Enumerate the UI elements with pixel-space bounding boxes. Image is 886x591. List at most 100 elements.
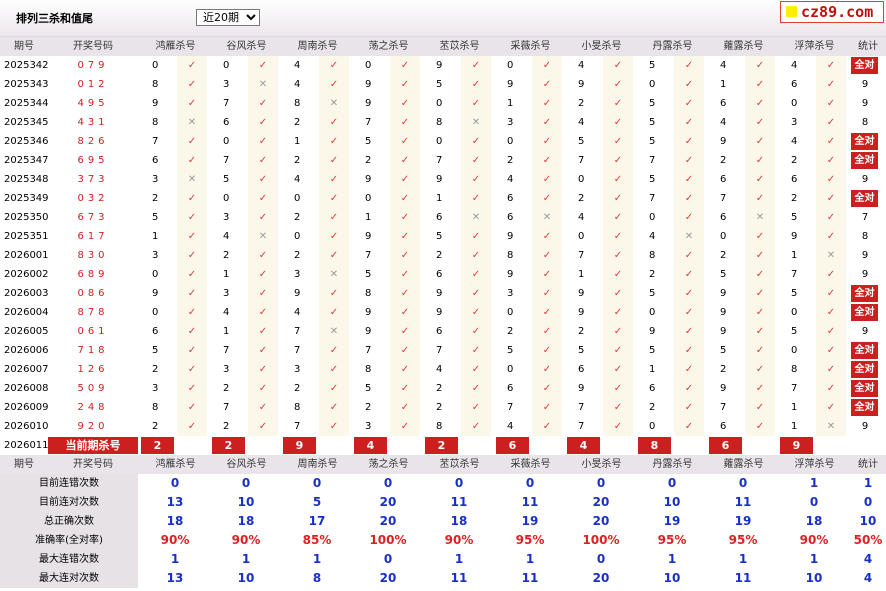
kill-number: 2 <box>791 155 798 166</box>
correct-count: 9 <box>861 98 869 109</box>
check-icon: ✓ <box>532 417 562 436</box>
period-number: 2026002 <box>4 269 49 280</box>
check-icon: ✓ <box>674 322 704 341</box>
current-kill-number: 4 <box>567 437 600 454</box>
table-row: 2026004 878 0 ✓ 4 ✓ 4 ✓ 9 ✓ 9 ✓ 0 ✓ 9 ✓ 0 ✓ 9 ✓ 0 ✓ 全对 <box>0 303 886 322</box>
check-icon: ✓ <box>816 322 846 341</box>
check-icon: ✓ <box>674 341 704 360</box>
draw-number: 617 <box>77 231 109 242</box>
check-icon: ✓ <box>390 246 420 265</box>
site-logo[interactable]: cz89.com <box>780 1 884 23</box>
kill-number: 2 <box>578 326 585 337</box>
kill-number: 2 <box>223 250 230 261</box>
check-icon: ✓ <box>532 151 562 170</box>
all-correct-badge: 全对 <box>851 361 878 378</box>
check-icon: ✓ <box>319 75 349 94</box>
kill-number: 1 <box>791 421 798 432</box>
check-icon: ✓ <box>532 265 562 284</box>
kill-number: 4 <box>649 231 656 242</box>
check-icon: ✓ <box>390 151 420 170</box>
summary-row: 总正确次数 18 18 17 20 18 19 20 19 19 18 10 <box>0 512 886 532</box>
check-icon: ✓ <box>390 379 420 398</box>
summary-label: 目前连对次数 <box>0 493 138 513</box>
kill-number: 9 <box>578 288 585 299</box>
kill-number: 8 <box>294 98 301 109</box>
correct-count: 8 <box>861 231 869 242</box>
check-icon: ✓ <box>177 322 207 341</box>
column-header: 蕹露杀号 <box>723 459 764 470</box>
kill-number: 2 <box>507 326 514 337</box>
kill-number: 4 <box>791 60 798 71</box>
check-icon: ✓ <box>674 417 704 436</box>
check-icon: ✓ <box>816 151 846 170</box>
kill-number: 5 <box>507 345 514 356</box>
kill-number: 7 <box>365 250 372 261</box>
kill-number: 1 <box>578 269 585 280</box>
period-number: 2026001 <box>4 250 49 261</box>
kill-number: 2 <box>436 402 443 413</box>
draw-number: 830 <box>77 250 109 261</box>
check-icon: ✓ <box>319 227 349 246</box>
check-icon: ✓ <box>816 189 846 208</box>
kill-number: 1 <box>223 269 230 280</box>
summary-value: 0 <box>454 476 464 490</box>
kill-number: 9 <box>578 79 585 90</box>
table-row: 2025346 826 7 ✓ 0 ✓ 1 ✓ 5 ✓ 0 ✓ 0 ✓ 5 ✓ 5 ✓ 9 ✓ 4 ✓ 全对 <box>0 132 886 151</box>
column-header: 期号 <box>14 459 34 470</box>
kill-number: 7 <box>365 117 372 128</box>
current-kill-number: 6 <box>709 437 742 454</box>
check-icon: ✓ <box>816 303 846 322</box>
check-icon: ✓ <box>319 170 349 189</box>
kill-number: 6 <box>152 326 159 337</box>
check-icon: ✓ <box>248 170 278 189</box>
kill-number: 9 <box>507 269 514 280</box>
period-range-select[interactable]: 近20期 <box>196 9 260 26</box>
kill-number: 9 <box>436 307 443 318</box>
draw-number: 032 <box>77 193 109 204</box>
kill-number: 9 <box>436 288 443 299</box>
column-header: 苤苡杀号 <box>439 41 480 52</box>
summary-value: 10 <box>237 571 255 585</box>
period-number: 2026006 <box>4 345 49 356</box>
kill-number: 7 <box>294 345 301 356</box>
column-header: 周南杀号 <box>297 41 338 52</box>
kill-number: 2 <box>436 250 443 261</box>
check-icon: ✓ <box>674 151 704 170</box>
column-header: 蕹露杀号 <box>723 41 764 52</box>
kill-number: 7 <box>436 155 443 166</box>
table-row: 2025347 695 6 ✓ 7 ✓ 2 ✓ 2 ✓ 7 ✓ 2 ✓ 7 ✓ 7 ✓ 2 ✓ 2 ✓ 全对 <box>0 151 886 170</box>
check-icon: ✓ <box>532 94 562 113</box>
kill-number: 6 <box>436 212 443 223</box>
cross-icon: ✕ <box>674 227 704 246</box>
table-header-row: 期号 开奖号码 鸿雁杀号 谷风杀号 周南杀号 荡之杀号 苤苡杀号 采薇杀号 小旻杀号 丹露杀号 蕹露… <box>0 455 886 474</box>
check-icon: ✓ <box>177 189 207 208</box>
summary-value: 13 <box>166 571 184 585</box>
summary-value: 0 <box>383 552 393 566</box>
table-row: 2025343 012 8 ✓ 3 ✕ 4 ✓ 9 ✓ 5 ✓ 9 ✓ 9 ✓ 0 ✓ 1 ✓ 6 ✓ 9 <box>0 75 886 94</box>
check-icon: ✓ <box>816 379 846 398</box>
check-icon: ✓ <box>177 379 207 398</box>
summary-value: 17 <box>308 514 326 528</box>
draw-number: 086 <box>77 288 109 299</box>
check-icon: ✓ <box>248 208 278 227</box>
kill-number: 5 <box>720 345 727 356</box>
column-header: 丹露杀号 <box>652 41 693 52</box>
kill-number: 5 <box>436 79 443 90</box>
summary-value: 18 <box>450 514 468 528</box>
check-icon: ✓ <box>674 75 704 94</box>
check-icon: ✓ <box>816 208 846 227</box>
check-icon: ✓ <box>461 132 491 151</box>
check-icon: ✓ <box>745 360 775 379</box>
check-icon: ✓ <box>177 151 207 170</box>
summary-value: 95% <box>657 533 687 547</box>
period-number: 2025349 <box>4 193 49 204</box>
check-icon: ✓ <box>816 398 846 417</box>
period-number: 2026010 <box>4 421 49 432</box>
table-row: 2026005 061 6 ✓ 1 ✓ 7 ✕ 9 ✓ 6 ✓ 2 ✓ 2 ✓ 9 ✓ 9 ✓ 5 ✓ 9 <box>0 322 886 341</box>
summary-label: 准确率(全对率) <box>0 531 138 551</box>
kill-number: 2 <box>436 383 443 394</box>
kill-number: 0 <box>152 307 159 318</box>
kill-number: 0 <box>507 307 514 318</box>
kill-number: 9 <box>365 79 372 90</box>
check-icon: ✓ <box>603 113 633 132</box>
